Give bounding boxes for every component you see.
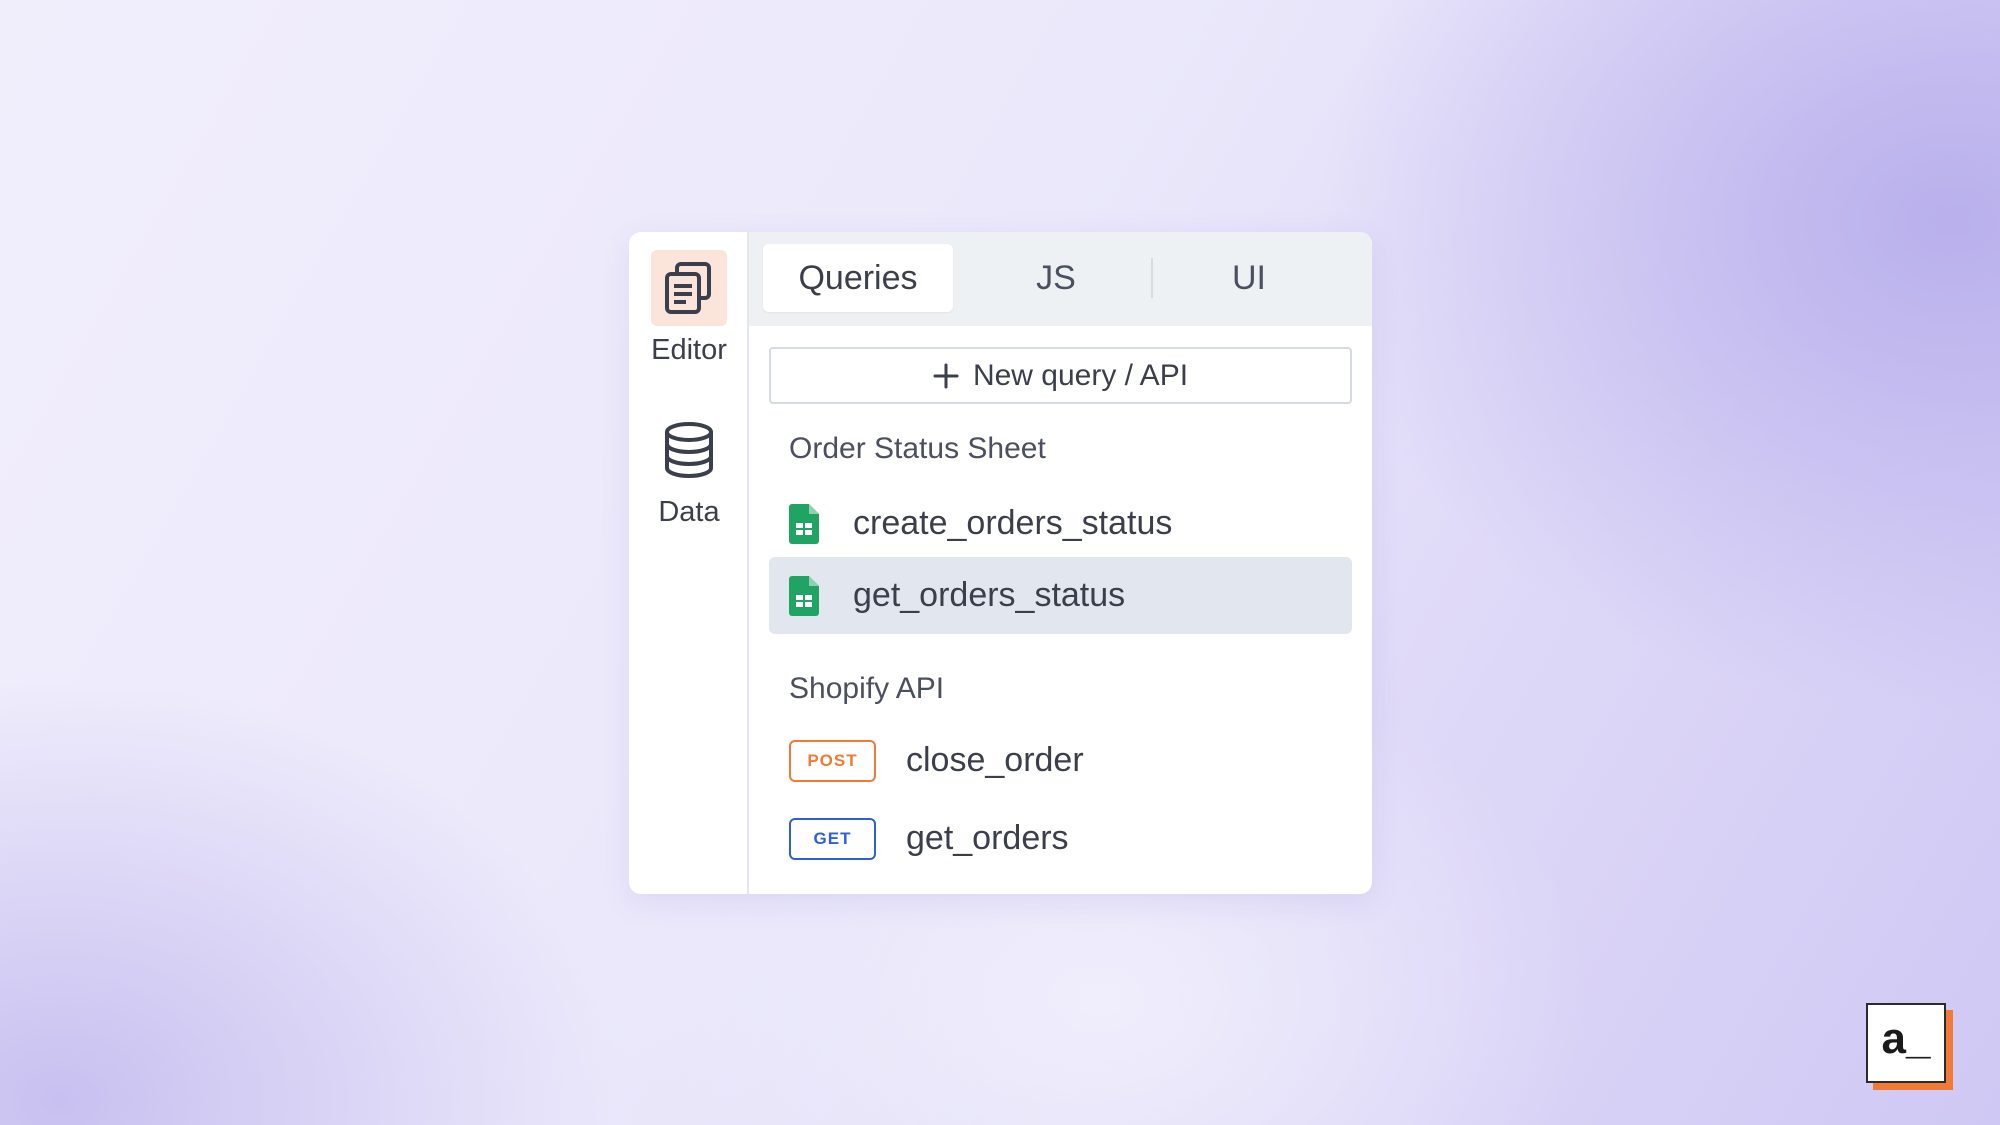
group-title-shopify-api: Shopify API	[789, 672, 945, 705]
main-pane: Queries JS UI New query / API Order Stat…	[749, 232, 1372, 894]
plus-icon	[933, 363, 959, 389]
api-name: close_order	[906, 741, 1084, 779]
api-item[interactable]: POST close_order	[769, 722, 1352, 799]
tab-js[interactable]: JS	[981, 244, 1131, 312]
google-sheets-icon	[789, 575, 819, 616]
side-rail: Editor Data	[629, 232, 749, 894]
editor-panel: Editor Data Queries JS UI New query / AP…	[629, 232, 1372, 894]
group-title-order-status-sheet: Order Status Sheet	[789, 432, 1046, 465]
method-badge-post: POST	[789, 739, 876, 782]
rail-label-editor: Editor	[651, 334, 727, 366]
brand-logo: a_	[1866, 1003, 1953, 1090]
new-query-label: New query / API	[972, 358, 1189, 392]
query-item[interactable]: create_orders_status	[769, 485, 1352, 562]
new-query-button[interactable]: New query / API	[769, 347, 1352, 404]
google-sheets-icon	[789, 503, 819, 544]
method-badge-get: GET	[789, 817, 876, 860]
editor-pages-icon	[665, 262, 711, 314]
tab-divider	[1151, 258, 1153, 298]
query-item-selected[interactable]: get_orders_status	[769, 557, 1352, 634]
query-name: create_orders_status	[853, 504, 1173, 542]
tab-ui[interactable]: UI	[1174, 244, 1324, 312]
rail-item-data[interactable]: Data	[629, 412, 749, 529]
logo-text: a_	[1866, 1003, 1946, 1083]
database-icon	[665, 422, 713, 479]
query-name: get_orders_status	[853, 576, 1126, 614]
data-icon-container	[651, 412, 727, 488]
api-item[interactable]: GET get_orders	[769, 800, 1352, 877]
api-name: get_orders	[906, 819, 1069, 857]
rail-item-editor[interactable]: Editor	[629, 250, 749, 367]
tab-queries[interactable]: Queries	[763, 244, 953, 312]
rail-label-data: Data	[658, 496, 720, 528]
editor-icon-container	[651, 250, 727, 326]
tab-bar: Queries JS UI	[749, 232, 1372, 326]
